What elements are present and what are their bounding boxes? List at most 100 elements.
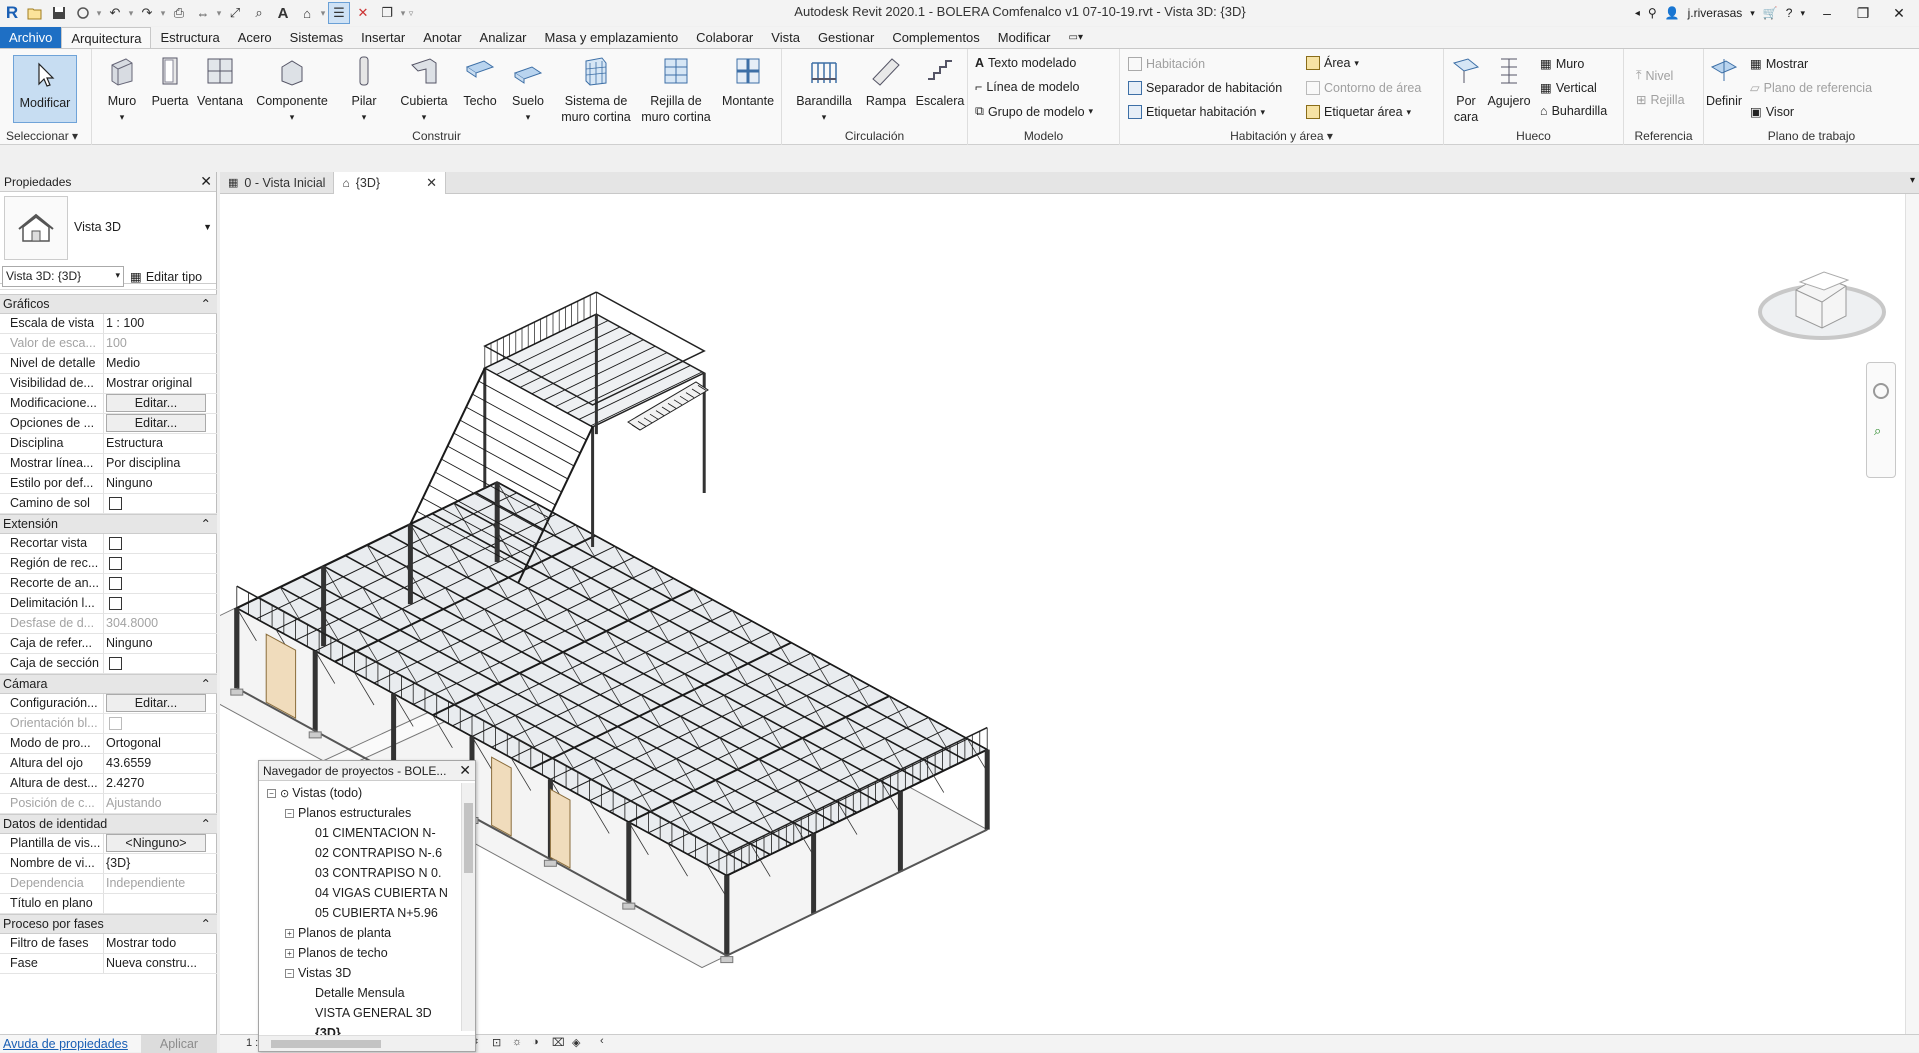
property-checkbox[interactable] bbox=[109, 557, 122, 570]
switch-windows-icon[interactable]: ❐ bbox=[376, 2, 398, 24]
minimize-button[interactable]: – bbox=[1813, 5, 1841, 21]
model-text-button[interactable]: A Texto modelado bbox=[975, 56, 1076, 70]
property-value[interactable]: Mostrar original bbox=[104, 374, 217, 393]
user-dropdown-icon[interactable]: ▾ bbox=[1750, 8, 1755, 19]
property-value[interactable]: Por disciplina bbox=[104, 454, 217, 473]
viewcube[interactable] bbox=[1750, 246, 1890, 346]
sun-path-icon[interactable]: ☼ bbox=[512, 1036, 522, 1048]
menu-tab-insertar[interactable]: Insertar bbox=[352, 27, 414, 48]
property-edit-button[interactable]: Editar... bbox=[106, 394, 206, 412]
property-value[interactable]: Editar... bbox=[104, 394, 217, 413]
browser-node[interactable]: 03 CONTRAPISO N 0. bbox=[259, 863, 459, 883]
cart-icon[interactable]: 🛒 bbox=[1763, 6, 1778, 20]
customize-qat-icon[interactable]: ▿ bbox=[408, 8, 414, 19]
aligned-dimension-icon[interactable]: ⤢ bbox=[224, 2, 246, 24]
property-value[interactable]: 2.4270 bbox=[104, 774, 217, 793]
undo-icon[interactable]: ↶ bbox=[104, 2, 126, 24]
menu-tab-analizar[interactable]: Analizar bbox=[471, 27, 536, 48]
help-icon[interactable]: ? bbox=[1786, 6, 1793, 20]
user-icon[interactable]: 👤 bbox=[1665, 6, 1680, 20]
tabs-overflow-icon[interactable]: ▾ bbox=[1910, 175, 1915, 186]
collapse-icon[interactable]: ⌃ bbox=[201, 815, 211, 833]
dropdown-icon[interactable]: ▾ bbox=[160, 8, 166, 19]
menu-tab-modificar[interactable]: Modificar bbox=[989, 27, 1060, 48]
property-value[interactable]: 1 : 100 bbox=[104, 314, 217, 333]
browser-node[interactable]: VISTA GENERAL 3D bbox=[259, 1003, 459, 1023]
show-workplane-button[interactable]: ▦ Mostrar bbox=[1750, 56, 1808, 72]
collapse-icon[interactable]: ⌃ bbox=[201, 915, 211, 933]
apply-button[interactable]: Aplicar bbox=[141, 1034, 217, 1053]
modify-button[interactable]: Modificar bbox=[13, 55, 77, 123]
dropdown-icon[interactable]: ▾ bbox=[216, 8, 222, 19]
property-value[interactable]: Editar... bbox=[104, 414, 217, 433]
ribbon-minimize-icon[interactable]: ▭▾ bbox=[1060, 27, 1092, 48]
menu-tab-gestionar[interactable]: Gestionar bbox=[809, 27, 883, 48]
browser-node[interactable]: 05 CUBIERTA N+5.96 bbox=[259, 903, 459, 923]
vertical-scrollbar[interactable] bbox=[1905, 194, 1919, 1034]
property-checkbox[interactable] bbox=[109, 497, 122, 510]
browser-vertical-scrollbar[interactable] bbox=[461, 783, 475, 1031]
property-value[interactable] bbox=[104, 554, 217, 573]
menu-tab-colaborar[interactable]: Colaborar bbox=[687, 27, 762, 48]
tag-icon[interactable]: ⌕ bbox=[248, 2, 270, 24]
instance-filter-select[interactable]: Vista 3D: {3D} ▾ bbox=[2, 266, 124, 287]
sync-icon[interactable] bbox=[72, 2, 94, 24]
property-category[interactable]: Gráficos ⌃ bbox=[0, 294, 217, 314]
browser-horizontal-scrollbar[interactable] bbox=[259, 1035, 475, 1051]
railing-button[interactable]: Barandilla ▾ bbox=[790, 55, 858, 125]
collapse-icon[interactable]: − bbox=[285, 809, 294, 819]
shaft-button[interactable]: Agujero bbox=[1484, 55, 1534, 109]
close-tab-icon[interactable]: ✕ bbox=[426, 175, 437, 191]
scroll-thumb[interactable] bbox=[271, 1040, 381, 1048]
close-icon[interactable]: ✕ bbox=[200, 173, 212, 190]
edit-type-button[interactable]: ▦ Editar tipo bbox=[130, 269, 202, 285]
scroll-thumb[interactable] bbox=[464, 803, 473, 873]
component-button[interactable]: Componente ▾ bbox=[252, 55, 332, 125]
visual-style-icon[interactable]: ⊡ bbox=[492, 1036, 501, 1049]
help-dropdown-icon[interactable]: ▾ bbox=[1800, 8, 1805, 19]
property-value[interactable]: Medio bbox=[104, 354, 217, 373]
curtain-system-button[interactable]: Sistema de muro cortina bbox=[556, 55, 636, 125]
browser-node[interactable]: + Planos de techo bbox=[259, 943, 459, 963]
property-value[interactable] bbox=[104, 574, 217, 593]
property-edit-button[interactable]: Editar... bbox=[106, 694, 206, 712]
opening-by-face-button[interactable]: Por cara bbox=[1448, 55, 1484, 125]
collapse-icon[interactable]: ⌃ bbox=[201, 675, 211, 693]
tag-room-button[interactable]: Etiquetar habitación ▾ bbox=[1128, 105, 1265, 119]
thin-lines-icon[interactable]: ☰ bbox=[328, 2, 350, 24]
model-line-button[interactable]: ⌐ Línea de modelo bbox=[975, 80, 1079, 94]
default-3d-view-icon[interactable]: ⌂ bbox=[296, 2, 318, 24]
roof-button[interactable]: Cubierta ▾ bbox=[394, 55, 454, 125]
room-panel-title[interactable]: Habitación y área ▾ bbox=[1120, 129, 1443, 143]
curtain-grid-button[interactable]: Rejilla de muro cortina bbox=[637, 55, 715, 125]
property-value[interactable] bbox=[104, 594, 217, 613]
property-category[interactable]: Proceso por fases ⌃ bbox=[0, 914, 217, 934]
collapse-icon[interactable]: ⌃ bbox=[201, 515, 211, 533]
menu-tab-sistemas[interactable]: Sistemas bbox=[281, 27, 352, 48]
set-workplane-button[interactable]: Definir bbox=[1704, 55, 1744, 109]
property-value[interactable]: <Ninguno> bbox=[104, 834, 217, 853]
property-value[interactable] bbox=[104, 534, 217, 553]
dropdown-icon[interactable]: ▾ bbox=[96, 8, 102, 19]
menu-tab-masa-y-emplazamiento[interactable]: Masa y emplazamiento bbox=[536, 27, 688, 48]
property-edit-button[interactable]: <Ninguno> bbox=[106, 834, 206, 852]
property-value[interactable]: {3D} bbox=[104, 854, 217, 873]
area-button[interactable]: Área ▾ bbox=[1306, 56, 1359, 70]
property-value[interactable]: Mostrar todo bbox=[104, 934, 217, 953]
vertical-opening-button[interactable]: ▦ Vertical bbox=[1540, 80, 1597, 96]
browser-node[interactable]: + Planos de planta bbox=[259, 923, 459, 943]
room-separator-button[interactable]: Separador de habitación bbox=[1128, 81, 1282, 95]
user-name[interactable]: j.riverasas bbox=[1688, 6, 1743, 20]
tag-area-button[interactable]: Etiquetar área ▾ bbox=[1306, 105, 1411, 119]
menu-tab-acero[interactable]: Acero bbox=[229, 27, 281, 48]
properties-help-link[interactable]: Avuda de propiedades bbox=[3, 1037, 128, 1051]
search-arrow-icon[interactable]: ◂ bbox=[1635, 8, 1640, 19]
close-button[interactable]: ✕ bbox=[1885, 5, 1913, 22]
property-value[interactable]: Estructura bbox=[104, 434, 217, 453]
property-category[interactable]: Cámara ⌃ bbox=[0, 674, 217, 694]
tab-3d[interactable]: ⌂ {3D} ✕ bbox=[333, 171, 446, 194]
property-value[interactable]: Nueva constru... bbox=[104, 954, 217, 973]
property-value[interactable]: Ninguno bbox=[104, 634, 217, 653]
type-dropdown-icon[interactable]: ▼ bbox=[203, 222, 212, 232]
save-icon[interactable] bbox=[48, 2, 70, 24]
